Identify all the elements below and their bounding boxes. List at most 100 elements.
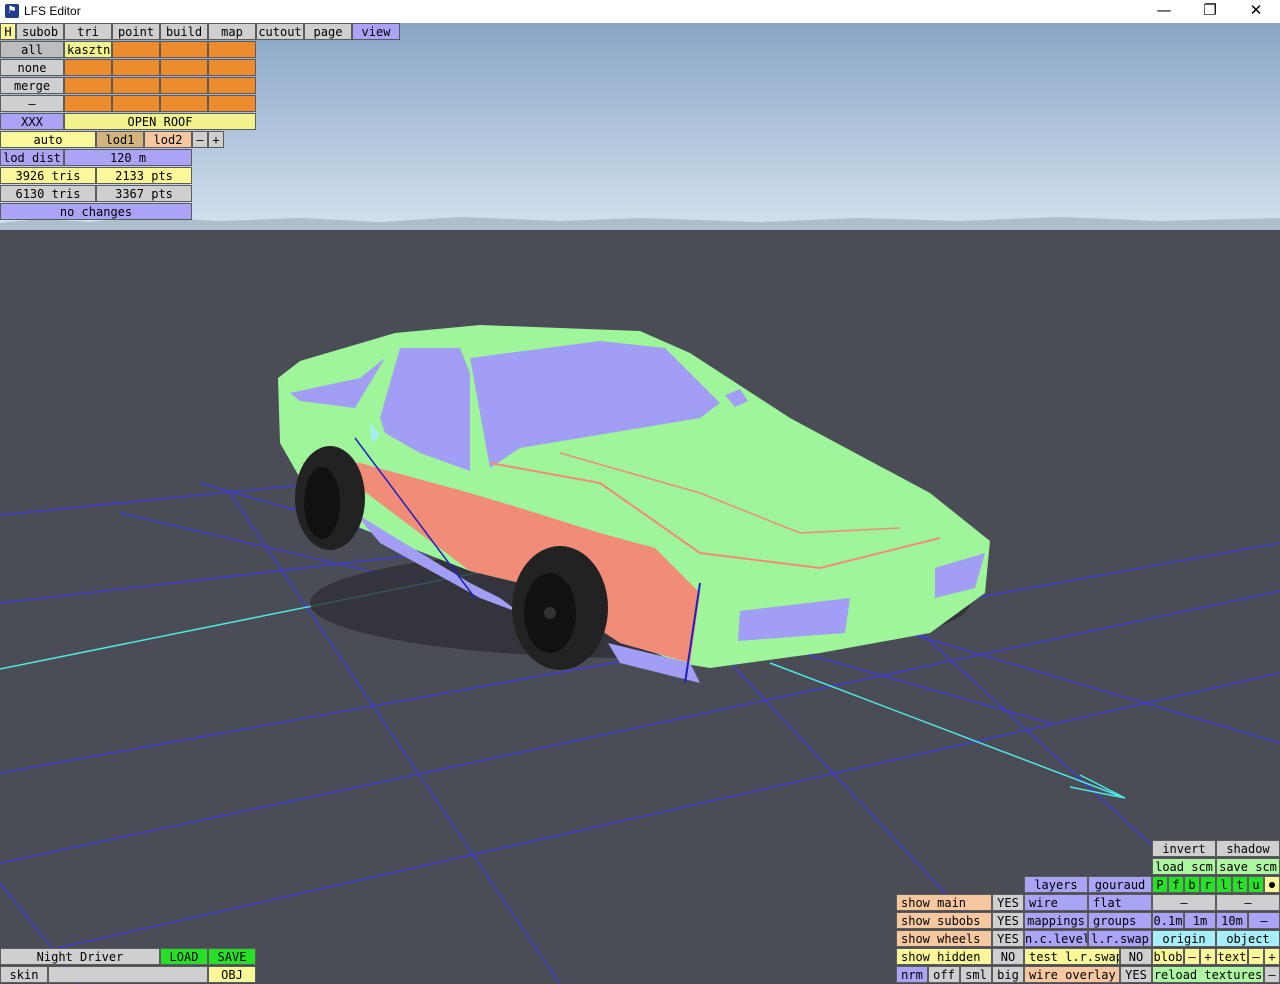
lod-dist-label: lod dist [0, 149, 64, 166]
lod-dist-value[interactable]: 120 m [64, 149, 192, 166]
view-p-button[interactable]: P [1152, 876, 1168, 893]
subobject-slot[interactable] [160, 95, 208, 112]
subobject-slot[interactable] [208, 59, 256, 76]
subobject-slot[interactable] [64, 77, 112, 94]
lr-swap-button[interactable]: l.r.swap [1088, 930, 1152, 947]
lod-plus-button[interactable]: + [208, 131, 224, 148]
select-none-button[interactable]: none [0, 59, 64, 76]
size-big-button[interactable]: big [992, 966, 1024, 983]
subobject-slot[interactable] [208, 41, 256, 58]
blob-label[interactable]: blob [1152, 948, 1184, 965]
3d-viewport[interactable]: H subob tri point build map cutout page … [0, 23, 1280, 984]
subobject-slot[interactable] [112, 59, 160, 76]
view-t-button[interactable]: t [1232, 876, 1248, 893]
scale-0-1m-button[interactable]: 0.1m [1152, 912, 1184, 929]
obj-button[interactable]: OBJ [208, 966, 256, 983]
subobject-slot[interactable] [112, 41, 160, 58]
subobject-slot[interactable] [112, 95, 160, 112]
menu-item-page[interactable]: page [304, 23, 352, 40]
show-subobs-value[interactable]: YES [992, 912, 1024, 929]
show-hidden-value[interactable]: NO [992, 948, 1024, 965]
menu-item-subob[interactable]: subob [16, 23, 64, 40]
view-r-button[interactable]: r [1200, 876, 1216, 893]
subobject-slot[interactable] [112, 77, 160, 94]
object-button[interactable]: object [1216, 930, 1280, 947]
save-scm-button[interactable]: save scm [1216, 858, 1280, 875]
subobject-name-field[interactable]: OPEN ROOF [64, 113, 256, 130]
size-sml-button[interactable]: sml [960, 966, 992, 983]
show-hidden-label[interactable]: show hidden [896, 948, 992, 965]
vehicle-name-field[interactable]: Night Driver [0, 948, 160, 965]
wire-overlay-value[interactable]: YES [1120, 966, 1152, 983]
size-nrm-button[interactable]: nrm [896, 966, 928, 983]
skin-field[interactable] [48, 966, 208, 983]
restore-button[interactable]: ❐ [1187, 0, 1233, 23]
origin-button[interactable]: origin [1152, 930, 1216, 947]
show-wheels-value[interactable]: YES [992, 930, 1024, 947]
merge-button[interactable]: merge [0, 77, 64, 94]
mappings-button[interactable]: mappings [1024, 912, 1088, 929]
blob-plus-button[interactable]: + [1200, 948, 1216, 965]
text-plus-button[interactable]: + [1264, 948, 1280, 965]
show-main-value[interactable]: YES [992, 894, 1024, 911]
view-u-button[interactable]: u [1248, 876, 1264, 893]
minimize-button[interactable]: — [1141, 0, 1187, 23]
close-button[interactable]: ✕ [1233, 0, 1279, 23]
dot-button[interactable] [1264, 876, 1280, 893]
lod2-button[interactable]: lod2 [144, 131, 192, 148]
blob-minus-button[interactable]: – [1184, 948, 1200, 965]
invert-button[interactable]: invert [1152, 840, 1216, 857]
show-subobs-label[interactable]: show subobs [896, 912, 992, 929]
subobject-slot[interactable] [208, 95, 256, 112]
subobject-slot[interactable] [64, 59, 112, 76]
save-button[interactable]: SAVE [208, 948, 256, 965]
flat-button[interactable]: flat [1088, 894, 1152, 911]
gouraud-button[interactable]: gouraud [1088, 876, 1152, 893]
subobject-slot[interactable] [160, 59, 208, 76]
wire-button[interactable]: wire [1024, 894, 1088, 911]
menu-item-map[interactable]: map [208, 23, 256, 40]
load-scm-button[interactable]: load scm [1152, 858, 1216, 875]
shadow-button[interactable]: shadow [1216, 840, 1280, 857]
view-l-button[interactable]: l [1216, 876, 1232, 893]
lod-auto-button[interactable]: auto [0, 131, 96, 148]
reload-textures-button[interactable]: reload textures [1152, 966, 1264, 983]
dash-button-left[interactable]: – [1152, 894, 1216, 911]
dash-button[interactable]: – [0, 95, 64, 112]
nc-level-button[interactable]: n.c.level [1024, 930, 1088, 947]
lod1-button[interactable]: lod1 [96, 131, 144, 148]
lod-minus-button[interactable]: – [192, 131, 208, 148]
show-main-label[interactable]: show main [896, 894, 992, 911]
menu-item-cutout[interactable]: cutout [256, 23, 304, 40]
scale-minus-button[interactable]: – [1248, 912, 1280, 929]
subobject-slot[interactable] [160, 41, 208, 58]
size-off-button[interactable]: off [928, 966, 960, 983]
subobject-slot[interactable] [64, 95, 112, 112]
scale-1m-button[interactable]: 1m [1184, 912, 1216, 929]
groups-button[interactable]: groups [1088, 912, 1152, 929]
menu-item-build[interactable]: build [160, 23, 208, 40]
layers-button[interactable]: layers [1024, 876, 1088, 893]
menu-item-view[interactable]: view [352, 23, 400, 40]
wire-overlay-label[interactable]: wire overlay [1024, 966, 1120, 983]
text-minus-button[interactable]: – [1248, 948, 1264, 965]
subobject-slot-selected[interactable]: kasztni [64, 41, 112, 58]
subobject-slot[interactable] [160, 77, 208, 94]
lod1-pts-count: 2133 pts [96, 167, 192, 184]
test-lr-swap-value[interactable]: NO [1120, 948, 1152, 965]
view-f-button[interactable]: f [1168, 876, 1184, 893]
load-button[interactable]: LOAD [160, 948, 208, 965]
subobject-slot[interactable] [208, 77, 256, 94]
xxx-button[interactable]: XXX [0, 113, 64, 130]
reload-minus-button[interactable]: – [1264, 966, 1280, 983]
dash-button-right[interactable]: – [1216, 894, 1280, 911]
scale-10m-button[interactable]: 10m [1216, 912, 1248, 929]
select-all-button[interactable]: all [0, 41, 64, 58]
menu-item-h[interactable]: H [0, 23, 16, 40]
menu-item-point[interactable]: point [112, 23, 160, 40]
show-wheels-label[interactable]: show wheels [896, 930, 992, 947]
text-label[interactable]: text [1216, 948, 1248, 965]
test-lr-swap-label[interactable]: test l.r.swap [1024, 948, 1120, 965]
view-b-button[interactable]: b [1184, 876, 1200, 893]
menu-item-tri[interactable]: tri [64, 23, 112, 40]
